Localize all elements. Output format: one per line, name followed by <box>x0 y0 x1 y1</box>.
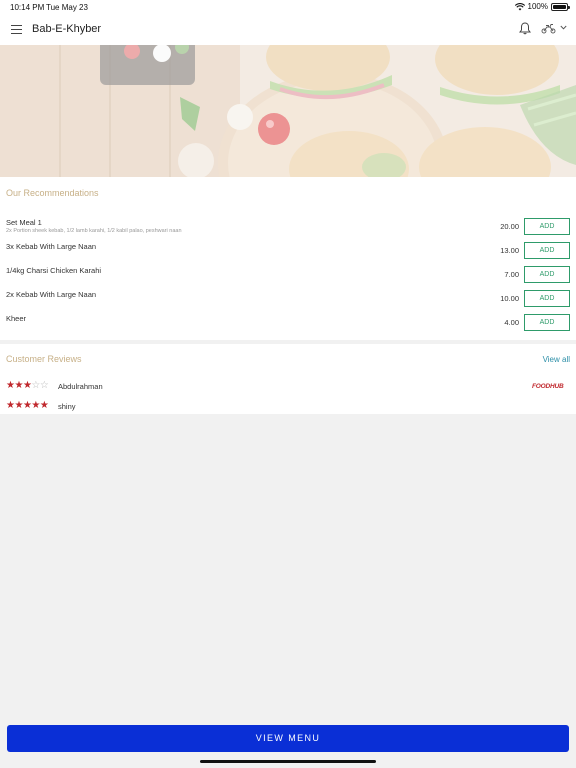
reviews-title: Customer Reviews <box>6 354 82 364</box>
menu-item-price: 20.00 <box>500 222 519 231</box>
battery-icon <box>551 2 570 11</box>
recommendations-title: Our Recommendations <box>6 188 99 198</box>
menu-item-price: 13.00 <box>500 246 519 255</box>
add-button[interactable]: ADD <box>524 290 570 307</box>
menu-item-name: 2x Kebab With Large Naan <box>6 290 97 299</box>
view-menu-button[interactable]: VIEW MENU <box>7 725 569 752</box>
customer-reviews-section: Customer Reviews View all ★★★☆☆ Abdulrah… <box>0 344 576 414</box>
wifi-icon <box>514 2 525 10</box>
food-photo <box>0 45 576 177</box>
add-button[interactable]: ADD <box>524 218 570 235</box>
restaurant-title: Bab-E-Khyber <box>32 23 102 35</box>
menu-item-name: Kheer <box>6 314 27 323</box>
add-button[interactable]: ADD <box>524 266 570 283</box>
star-filled-icon: ★ <box>14 380 23 391</box>
menu-item-row: 2x Kebab With Large Naan 10.00 ADD <box>0 290 576 312</box>
status-date: Tue May 23 <box>46 3 88 12</box>
reviewer-name: shiny <box>58 402 76 411</box>
star-filled-icon: ★ <box>39 400 49 411</box>
star-filled-icon: ★ <box>14 400 23 411</box>
reviewer-name: Abdulrahman <box>58 382 103 391</box>
menu-item-description: 2x Portion sheek kebab, 1/2 lamb karahi,… <box>6 228 182 234</box>
status-bar: 10:14 PM Tue May 23 100% <box>0 0 576 14</box>
menu-icon[interactable] <box>11 25 22 34</box>
recommendations-section: Our Recommendations Set Meal 1 2x Portio… <box>0 177 576 340</box>
star-filled-icon: ★ <box>31 400 40 411</box>
star-rating: ★★★★★ <box>6 400 49 411</box>
add-button[interactable]: ADD <box>524 314 570 331</box>
home-indicator[interactable] <box>200 760 376 763</box>
chevron-down-icon[interactable] <box>560 25 567 30</box>
status-right: 100% <box>514 2 570 11</box>
app-header: Bab-E-Khyber <box>0 14 576 45</box>
status-time: 10:14 PM <box>10 3 45 12</box>
menu-item-name: 1/4kg Charsi Chicken Karahi <box>6 266 102 275</box>
menu-item-name: Set Meal 1 <box>6 218 42 227</box>
view-all-link[interactable]: View all <box>543 355 570 364</box>
battery-percent: 100% <box>527 2 548 11</box>
scooter-icon[interactable] <box>541 23 556 34</box>
add-button[interactable]: ADD <box>524 242 570 259</box>
menu-item-price: 7.00 <box>504 270 519 279</box>
hero-banner-image <box>0 45 576 177</box>
menu-item-name: 3x Kebab With Large Naan <box>6 242 97 251</box>
menu-item-price: 10.00 <box>500 294 519 303</box>
menu-item-row: 3x Kebab With Large Naan 13.00 ADD <box>0 242 576 264</box>
menu-item-row: Kheer 4.00 ADD <box>0 314 576 336</box>
menu-item-row: 1/4kg Charsi Chicken Karahi 7.00 ADD <box>0 266 576 288</box>
menu-item-row: Set Meal 1 2x Portion sheek kebab, 1/2 l… <box>0 218 576 240</box>
star-empty-icon: ☆ <box>31 380 40 391</box>
foodhub-logo: FOODHUB <box>532 383 564 390</box>
bell-icon[interactable] <box>519 22 531 35</box>
star-rating: ★★★☆☆ <box>6 380 49 391</box>
star-empty-icon: ☆ <box>39 380 49 391</box>
menu-item-price: 4.00 <box>504 318 519 327</box>
